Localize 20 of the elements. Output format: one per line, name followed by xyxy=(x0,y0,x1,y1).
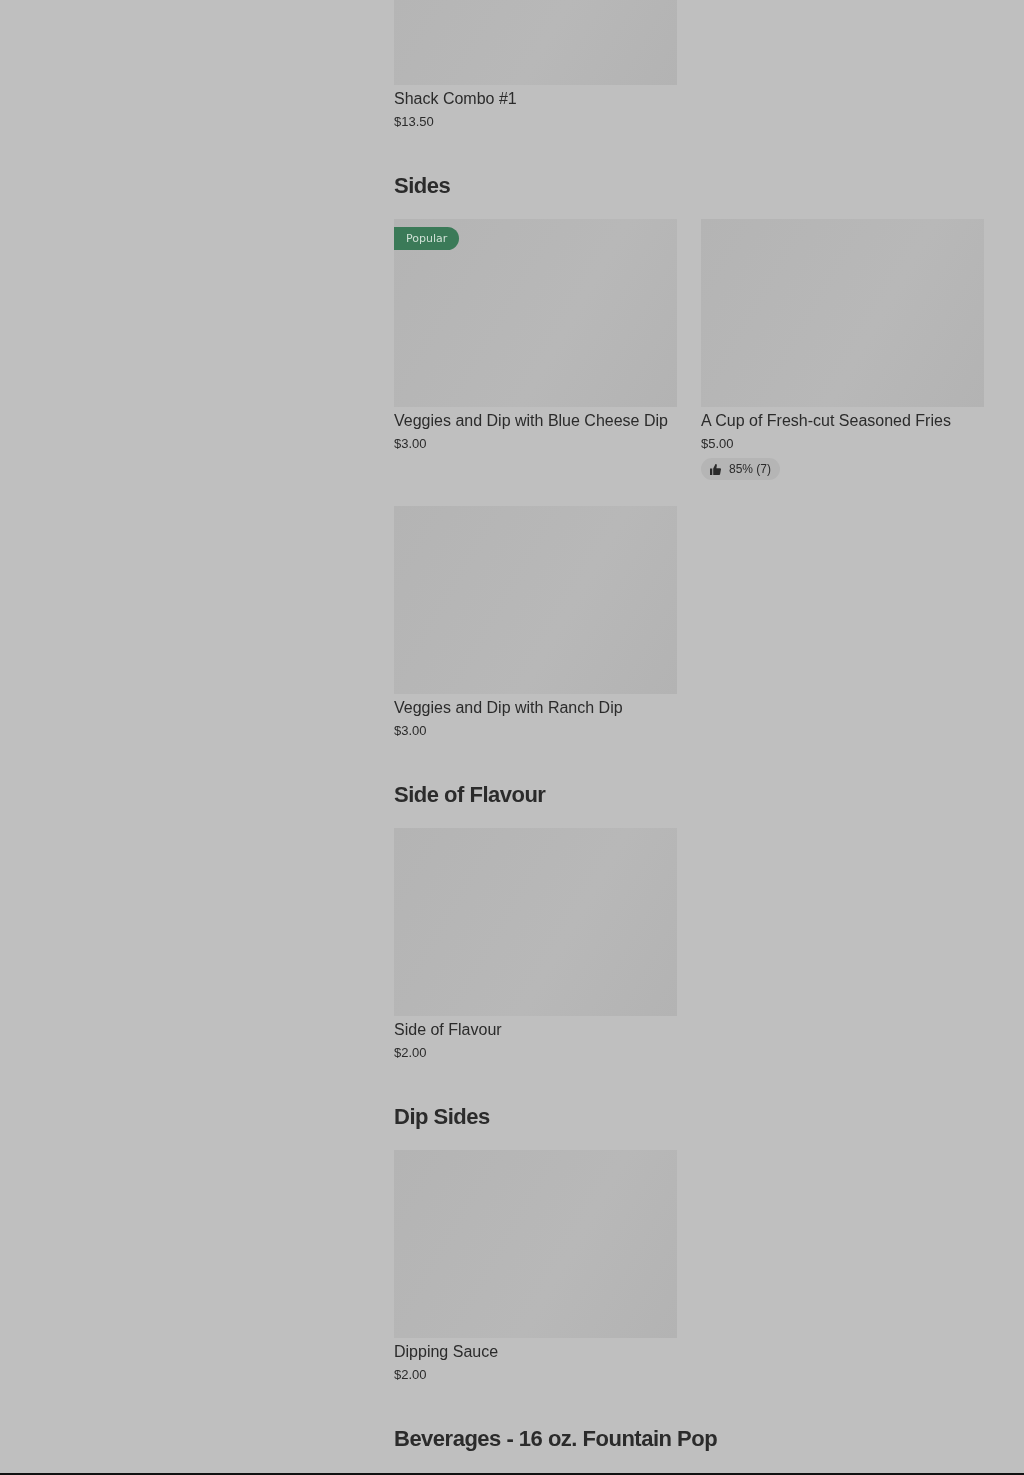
item-name[interactable]: A Cup of Fresh-cut Seasoned Fries xyxy=(701,411,984,431)
image-placeholder[interactable]: Popular xyxy=(394,219,677,407)
item-name[interactable]: Veggies and Dip with Ranch Dip xyxy=(394,698,677,718)
item-price: $3.00 xyxy=(394,435,428,453)
section-heading: Side of Flavour xyxy=(394,781,547,809)
item-price: $2.00 xyxy=(394,1044,428,1062)
item-name[interactable]: Veggies and Dip with Blue Cheese Dip xyxy=(394,411,677,431)
item-name[interactable]: Shack Combo #1 xyxy=(394,89,677,109)
item-price: $3.00 xyxy=(394,722,428,740)
popular-badge: Popular xyxy=(394,227,460,250)
item-name[interactable]: Side of Flavour xyxy=(394,1020,677,1040)
section-heading: Sides xyxy=(394,172,452,200)
item-name[interactable]: Dipping Sauce xyxy=(394,1342,677,1362)
rating-chip: 85% (7) xyxy=(701,458,781,480)
section-heading: Dip Sides xyxy=(394,1103,491,1131)
section-heading: Beverages - 16 oz. Fountain Pop xyxy=(394,1425,719,1453)
item-price: $13.50 xyxy=(394,113,435,131)
item-price: $2.00 xyxy=(394,1366,428,1384)
item-price: $5.00 xyxy=(701,435,735,453)
thumbs-up-icon xyxy=(710,463,721,475)
